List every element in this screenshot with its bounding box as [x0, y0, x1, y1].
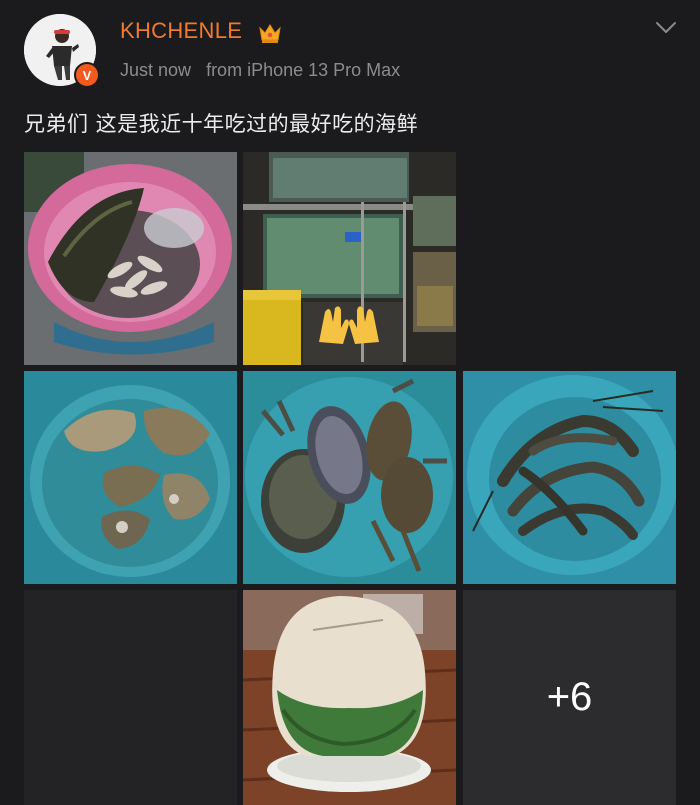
post-time: Just now [120, 60, 192, 80]
post-source: from iPhone 13 Pro Max [206, 60, 401, 80]
photo-fish-basin[interactable] [24, 152, 237, 365]
post-header: V KHCHENLE Just now from iPhone 13 Pro M… [0, 0, 700, 100]
crown-icon [259, 24, 281, 43]
more-photos-count: +6 [546, 675, 593, 719]
photo-crabs[interactable] [243, 371, 456, 584]
username[interactable]: KHCHENLE [120, 18, 242, 44]
more-photos-button[interactable]: +6 [463, 590, 676, 805]
photo-oysters[interactable] [24, 371, 237, 584]
photo-aquarium-tanks[interactable] [243, 152, 456, 365]
chevron-down-icon[interactable] [654, 20, 678, 36]
post-meta: Just now from iPhone 13 Pro Max [120, 60, 400, 81]
photo-prawns[interactable] [463, 371, 676, 584]
verified-badge-icon: V [74, 62, 100, 88]
photo-coconut[interactable] [243, 590, 456, 805]
photo-placeholder [24, 590, 237, 805]
post-text: 兄弟们 这是我近十年吃过的最好吃的海鲜 [24, 112, 419, 136]
